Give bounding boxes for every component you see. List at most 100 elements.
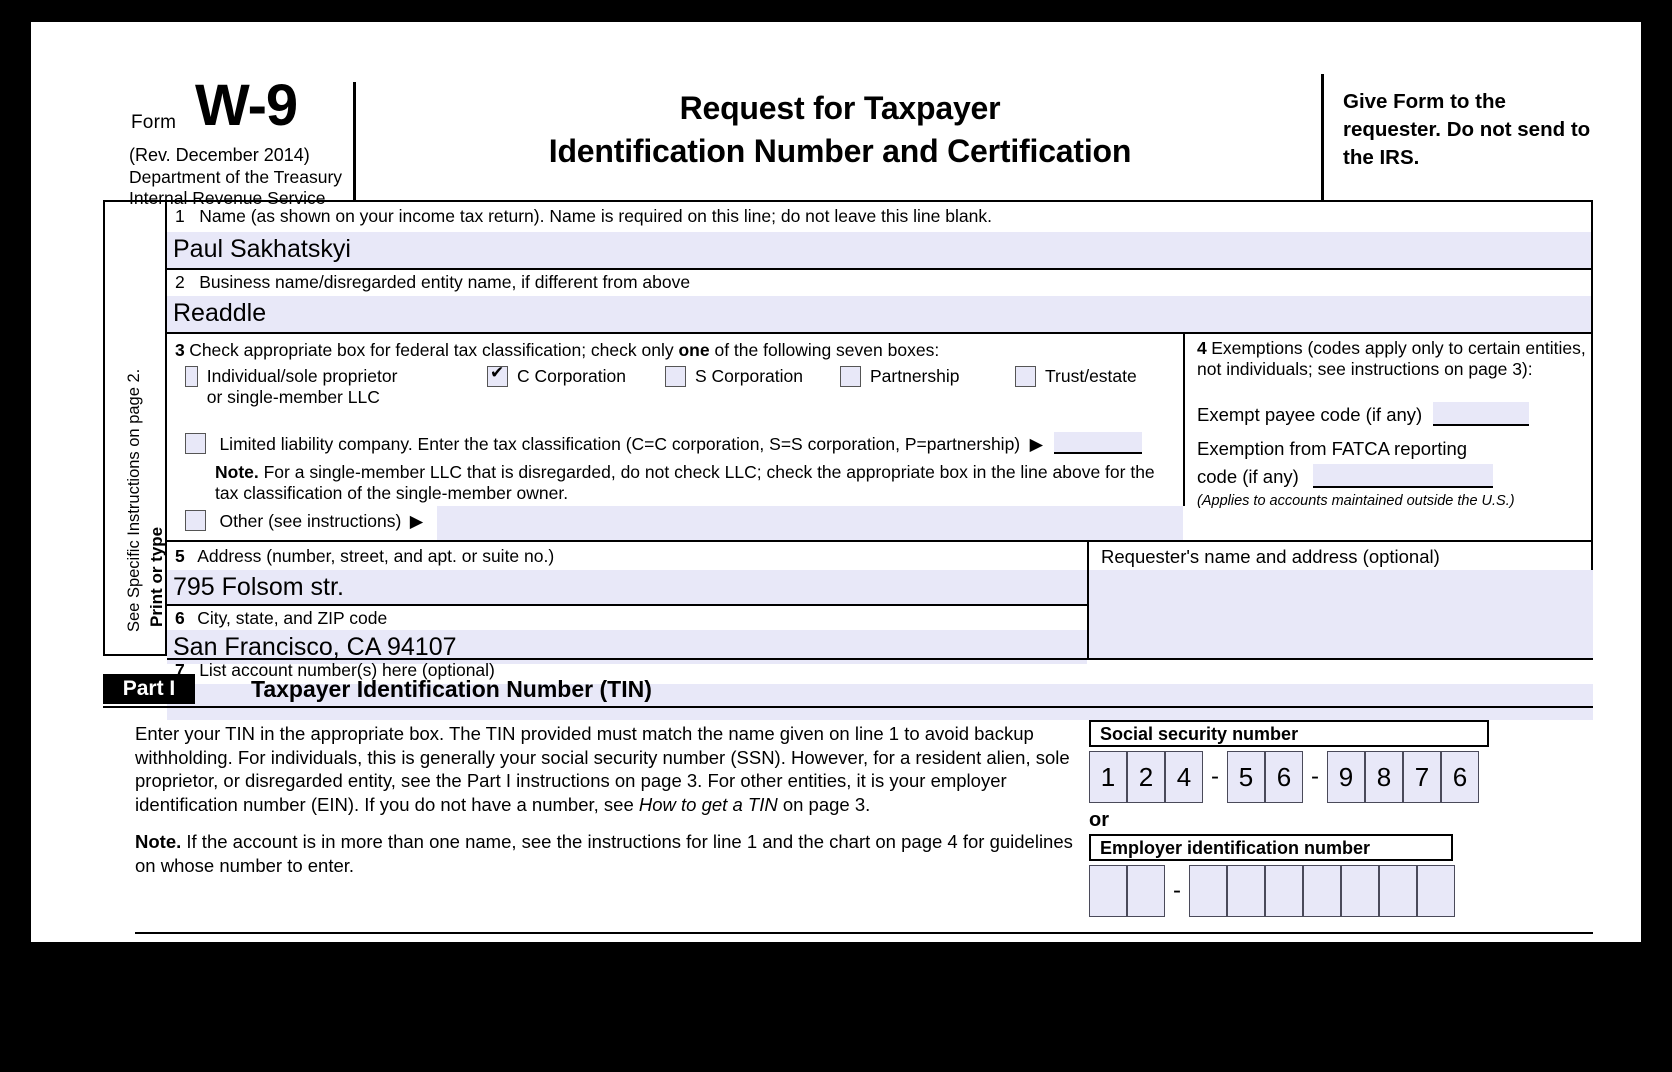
checkbox-box-icon-trust-estate[interactable] <box>1015 366 1036 387</box>
checkbox-label-trust-estate: Trust/estate <box>1045 366 1137 386</box>
requester-value-field[interactable] <box>1089 570 1593 658</box>
ein-digit-2[interactable] <box>1127 865 1165 917</box>
line-2-label-row: 2 Business name/disregarded entity name,… <box>167 272 1591 298</box>
line-1-bottom-rule <box>167 268 1591 270</box>
exempt-payee-code-field[interactable] <box>1432 402 1529 426</box>
ein-digit-1[interactable] <box>1089 865 1127 917</box>
ein-digit-row[interactable]: - <box>1089 865 1489 917</box>
fatca-label-line-1: Exemption from FATCA reporting <box>1197 438 1468 459</box>
checkbox-c-corporation[interactable]: C Corporation <box>487 363 626 387</box>
fatca-code-field[interactable] <box>1313 464 1494 488</box>
checkbox-box-icon-s-corporation[interactable] <box>665 366 686 387</box>
ssn-caption: Social security number <box>1089 720 1489 747</box>
header-divider-right <box>1321 74 1324 200</box>
ssn-digit-8[interactable]: 7 <box>1403 751 1441 803</box>
checkbox-label-c-corporation: C Corporation <box>517 366 626 386</box>
ssn-digit-6[interactable]: 9 <box>1327 751 1365 803</box>
line-3-llc-label: Limited liability company. Enter the tax… <box>219 434 1021 454</box>
line-2-label: Business name/disregarded entity name, i… <box>199 272 691 292</box>
checkbox-individual-sole-proprietor[interactable]: Individual/sole proprietor or single-mem… <box>185 366 415 408</box>
ein-digit-4[interactable] <box>1227 865 1265 917</box>
line-4-label: Exemptions (codes apply only to certain … <box>1197 338 1586 379</box>
line-2-number: 2 <box>175 272 185 292</box>
line-3-note-label: Note. <box>215 462 259 482</box>
checkbox-box-icon-partnership[interactable] <box>840 366 861 387</box>
sidebar-see-instructions: See Specific Instructions on page 2. <box>125 368 143 632</box>
ein-digit-3[interactable] <box>1189 865 1227 917</box>
tin-paragraph-1-a: Enter your TIN in the appropriate box. T… <box>135 723 1070 815</box>
line-1-number: 1 <box>175 206 185 226</box>
line-3-label-post: of the following seven boxes: <box>709 340 940 360</box>
tin-paragraph-1-b: on page 3. <box>777 793 871 815</box>
sidebar-rail: Print or type See Specific Instructions … <box>105 202 167 654</box>
checkbox-trust-estate[interactable]: Trust/estate <box>1015 366 1137 387</box>
checkbox-other[interactable] <box>185 510 206 531</box>
ssn-digit-row[interactable]: 1 2 4 - 5 6 - 9 8 7 6 <box>1089 751 1489 803</box>
checkbox-label-partnership: Partnership <box>870 366 960 386</box>
ein-caption: Employer identification number <box>1089 834 1453 861</box>
ein-dash: - <box>1173 877 1181 904</box>
department-line-1: Department of the Treasury <box>129 167 343 187</box>
address-and-requester-block: 5 Address (number, street, and apt. or s… <box>167 542 1593 664</box>
checkbox-label-other: Other (see instructions) <box>219 511 402 531</box>
checkbox-box-icon-individual[interactable] <box>185 366 198 387</box>
line-5-value: 795 Folsom str. <box>173 573 344 601</box>
ssn-digit-1[interactable]: 1 <box>1089 751 1127 803</box>
form-title-block: Request for Taxpayer Identification Numb… <box>361 60 1319 200</box>
checkbox-box-icon-c-corporation[interactable] <box>487 363 508 387</box>
line-5-bottom-rule <box>167 604 1087 606</box>
line-3-label-bold: one <box>678 340 710 360</box>
form-header: Form W-9 (Rev. December 2014) Department… <box>103 60 1593 209</box>
line-6-label: City, state, and ZIP code <box>197 608 388 628</box>
ssn-digit-3[interactable]: 4 <box>1165 751 1203 803</box>
header-divider-left <box>353 82 356 200</box>
ein-digit-5[interactable] <box>1265 865 1303 917</box>
tin-note-paragraph: Note. If the account is in more than one… <box>135 830 1095 877</box>
form-body: Print or type See Specific Instructions … <box>103 200 1593 720</box>
checkbox-partnership[interactable]: Partnership <box>840 366 960 387</box>
fatca-label-line-2: code (if any) <box>1197 466 1299 487</box>
form-revision-date: (Rev. December 2014) <box>129 145 310 165</box>
line-1-label: Name (as shown on your income tax return… <box>199 206 992 226</box>
ssn-digit-2[interactable]: 2 <box>1127 751 1165 803</box>
line-2-value-field[interactable]: Readdle <box>167 296 1591 332</box>
line-1-value: Paul Sakhatskyi <box>173 235 351 263</box>
form-title-line-1: Request for Taxpayer <box>679 90 1001 126</box>
form-number: W-9 <box>195 73 298 138</box>
part-1-title: Taxpayer Identification Number (TIN) <box>251 676 652 702</box>
tin-instructions: Enter your TIN in the appropriate box. T… <box>135 722 1095 891</box>
line-3-note-text: For a single-member LLC that is disregar… <box>215 462 1155 503</box>
checkbox-label-s-corporation: S Corporation <box>695 366 803 386</box>
line-1-label-row: 1 Name (as shown on your income tax retu… <box>167 206 1591 232</box>
line-5-number: 5 <box>175 546 185 566</box>
line-1-value-field[interactable]: Paul Sakhatskyi <box>167 232 1591 268</box>
ein-digit-7[interactable] <box>1341 865 1379 917</box>
ein-digit-8[interactable] <box>1379 865 1417 917</box>
checkbox-label-individual: Individual/sole proprietor or single-mem… <box>206 366 398 407</box>
llc-arrow-icon: ▶ <box>1029 434 1044 454</box>
tin-paragraph-1: Enter your TIN in the appropriate box. T… <box>135 722 1095 816</box>
tin-paragraph-1-italic: How to get a TIN <box>638 793 778 815</box>
w9-form-document: Form W-9 (Rev. December 2014) Department… <box>31 22 1641 942</box>
line-5-value-field[interactable]: 795 Folsom str. <box>167 570 1087 604</box>
line-3-number: 3 <box>175 340 185 360</box>
ssn-digit-4[interactable]: 5 <box>1227 751 1265 803</box>
ein-digit-6[interactable] <box>1303 865 1341 917</box>
give-form-note: Give Form to the requester. Do not send … <box>1343 90 1591 169</box>
checkbox-s-corporation[interactable]: S Corporation <box>665 366 803 387</box>
ein-digit-9[interactable] <box>1417 865 1455 917</box>
form-identity-block: Form W-9 (Rev. December 2014) Department… <box>103 60 353 209</box>
ssn-digit-5[interactable]: 6 <box>1265 751 1303 803</box>
other-classification-field[interactable] <box>437 506 1183 540</box>
ssn-dash-1: - <box>1211 763 1219 790</box>
or-label: or <box>1089 809 1109 831</box>
checkbox-limited-liability-company[interactable] <box>185 433 206 454</box>
llc-classification-field[interactable] <box>1053 432 1142 454</box>
give-form-note-block: Give Form to the requester. Do not send … <box>1325 60 1593 200</box>
line-2-value: Readdle <box>173 299 267 327</box>
form-content: 1 Name (as shown on your income tax retu… <box>167 202 1593 720</box>
ssn-digit-9[interactable]: 6 <box>1441 751 1479 803</box>
part-1-bar: Part I Taxpayer Identification Number (T… <box>103 674 1593 704</box>
ssn-digit-7[interactable]: 8 <box>1365 751 1403 803</box>
ssn-dash-2: - <box>1311 763 1319 790</box>
